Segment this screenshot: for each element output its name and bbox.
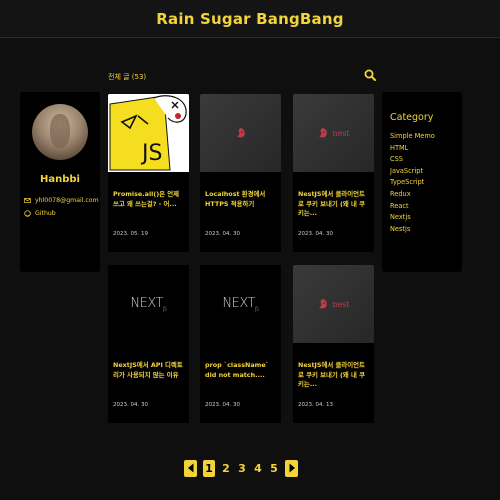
pagination: 1 2 3 4 5 (184, 459, 298, 477)
category-item[interactable]: Nestjs (390, 224, 462, 236)
nest-logo-icon (319, 128, 328, 138)
next-page-button[interactable] (285, 459, 298, 477)
mail-icon (24, 198, 31, 203)
nest-logo-text: nest (332, 299, 350, 309)
category-item[interactable]: Nextjs (390, 212, 462, 224)
next-logo-text: NEXTJS (130, 295, 167, 313)
post-title: NestJS에서 클라이언트로 쿠키 보내기 (왜 내 쿠키는... (298, 190, 365, 217)
js-logo-text: JS (140, 141, 162, 166)
search-icon[interactable] (364, 69, 376, 81)
profile-github-link[interactable]: Github (24, 210, 99, 217)
profile-panel: Hanbbi yhl0078@gmail.com Github (20, 92, 100, 272)
post-title: Promise.all()은 언제 쓰고 왜 쓰는걸? - 어... (113, 190, 180, 208)
category-item[interactable]: CSS (390, 154, 462, 166)
site-header: Rain Sugar BangBang (0, 0, 500, 38)
page-button[interactable]: 4 (253, 462, 263, 475)
category-panel: Category Simple Memo HTML CSS JavaScript… (382, 92, 462, 272)
category-title: Category (390, 112, 434, 123)
post-card[interactable]: NEXTJS prop `className` did not match...… (200, 265, 281, 423)
post-card[interactable]: NEXTJS NextJS에서 API 디렉토리가 사용되지 않는 이유 202… (108, 265, 189, 423)
post-thumbnail-next: NEXTJS (200, 265, 281, 343)
avatar (32, 104, 88, 160)
category-item[interactable]: TypeScript (390, 177, 462, 189)
next-logo-text: NEXTJS (222, 295, 259, 313)
js-logo-icon: JS (108, 94, 189, 172)
chevron-left-icon (187, 463, 193, 473)
nest-logo-text: nest (332, 128, 350, 138)
profile-name: Hanbbi (40, 174, 80, 185)
email-label: yhl0078@gmail.com (35, 197, 99, 204)
post-date: 2023. 05. 19 (113, 231, 148, 237)
post-card[interactable]: Localhost 환경에서 HTTPS 적용하기 2023. 04. 30 (200, 94, 281, 252)
post-thumbnail-nest: nest (293, 94, 374, 172)
github-label: Github (35, 210, 56, 217)
post-date: 2023. 04. 30 (298, 231, 333, 237)
post-thumbnail-next: NEXTJS (108, 265, 189, 343)
page-button[interactable]: 2 (221, 462, 231, 475)
category-item[interactable]: JavaScript (390, 166, 462, 178)
post-card[interactable]: nest NestJS에서 클라이언트로 쿠키 보내기 (왜 내 쿠키는... … (293, 94, 374, 252)
post-title: Localhost 환경에서 HTTPS 적용하기 (205, 190, 266, 208)
chevron-right-icon (289, 463, 295, 473)
nest-logo-icon (236, 128, 245, 138)
post-title: prop `className` did not match.... (205, 361, 269, 379)
prev-page-button[interactable] (184, 459, 197, 477)
post-thumbnail-nest: nest (293, 265, 374, 343)
category-item[interactable]: Simple Memo (390, 131, 462, 143)
post-count-label: 전체 글 (53) (108, 73, 147, 81)
profile-links: yhl0078@gmail.com Github (24, 197, 99, 217)
post-date: 2023. 04. 13 (298, 402, 333, 408)
github-icon (24, 210, 31, 217)
post-date: 2023. 04. 30 (113, 402, 148, 408)
site-title[interactable]: Rain Sugar BangBang (156, 10, 343, 28)
post-card[interactable]: nest NestJS에서 클라이언트로 쿠키 보내기 (왜 내 쿠키는... … (293, 265, 374, 423)
post-date: 2023. 04. 30 (205, 402, 240, 408)
post-title: NextJS에서 API 디렉토리가 사용되지 않는 이유 (113, 361, 183, 379)
post-title: NestJS에서 클라이언트로 쿠키 보내기 (왜 내 쿠키는... (298, 361, 365, 388)
post-date: 2023. 04. 30 (205, 231, 240, 237)
category-item[interactable]: Redux (390, 189, 462, 201)
page-button[interactable]: 3 (237, 462, 247, 475)
post-thumbnail-nest (200, 94, 281, 172)
profile-email-link[interactable]: yhl0078@gmail.com (24, 197, 99, 204)
category-item[interactable]: React (390, 201, 462, 213)
category-item[interactable]: HTML (390, 143, 462, 155)
nest-logo-icon (319, 299, 328, 309)
post-thumbnail-js: JS (108, 94, 189, 172)
page-button-current[interactable]: 1 (203, 459, 215, 477)
post-card[interactable]: JS Promise.all()은 언제 쓰고 왜 쓰는걸? - 어... 20… (108, 94, 189, 252)
page-button[interactable]: 5 (269, 462, 279, 475)
category-list: Simple Memo HTML CSS JavaScript TypeScri… (390, 131, 462, 235)
